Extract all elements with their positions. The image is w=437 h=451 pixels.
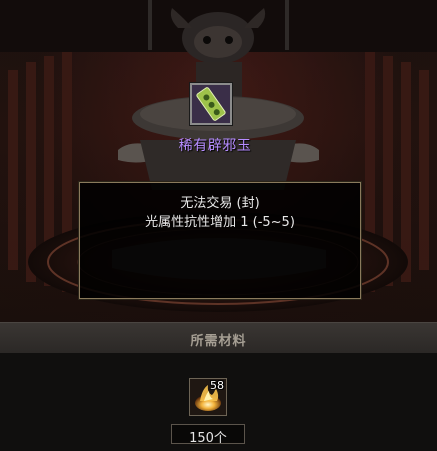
material-required-quantity-box: 150个 [171, 424, 245, 446]
item-name: 稀有辟邪玉 [178, 138, 252, 154]
material-slot[interactable]: 58 [189, 378, 227, 416]
crafted-item-slot[interactable] [190, 83, 232, 125]
materials-header: 所需材料 [0, 322, 437, 354]
material-stack-count: 58 [210, 379, 224, 392]
tooltip-trade-restriction: 无法交易 (封) [180, 196, 260, 211]
item-tooltip: 无法交易 (封) 光属性抗性增加 1 (-5~5) [79, 182, 361, 299]
tooltip-light-resistance: 光属性抗性增加 1 (-5~5) [145, 215, 295, 230]
materials-title: 所需材料 [190, 334, 247, 349]
material-required-quantity: 150个 [189, 431, 227, 446]
green-jade-talisman-icon [192, 85, 230, 123]
